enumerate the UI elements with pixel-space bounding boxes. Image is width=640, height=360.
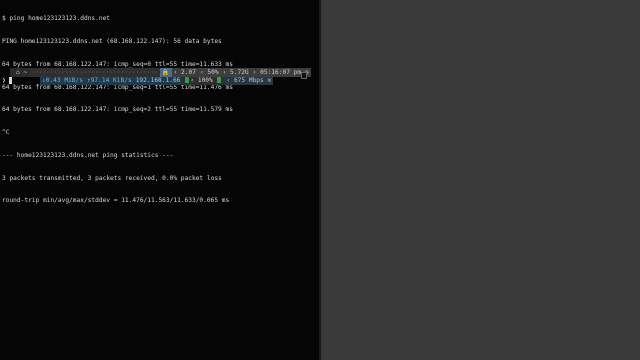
terminal-line: --- home123123123.ddns.net ping statisti… [2,151,174,159]
wifi-speed-segment: ‹ 675 Mbps ≋ [224,77,274,85]
wifi-icon: ≋ [267,77,272,84]
terminal-line: 3 packets transmitted, 3 packets receive… [2,174,222,182]
cpu-segment: ‹ 50% [197,68,221,77]
lock-icon: 🔒 [159,68,172,77]
terminal-pane-left[interactable]: $ ping home123123123.ddns.net PING home1… [0,0,319,360]
terminal-line: PING home123123123.ddns.net (68.168.122.… [2,37,222,45]
text-cursor[interactable] [9,77,12,84]
terminal-line: $ ping home123123123.ddns.net [2,15,111,23]
terminal-line: ^C [2,129,10,137]
battery-level-icon [217,77,222,83]
prompt-status-top: ⌂ ~ ·································· 🔒 ‹ … [10,68,311,77]
ip-address: 192.168.1.66 [133,77,183,85]
terminal-line: round-trip min/avg/max/stddev = 11.476/1… [2,197,230,205]
memory-segment: ‹ 5.72G [220,68,251,77]
battery-icon [185,77,190,83]
scroll-marker [301,72,307,79]
load-segment: ‹ 2.07 [171,68,198,77]
terminal-line: 64 bytes from 68.168.122.147: icmp_seq=2… [2,106,233,114]
battery-segment: ‹ 100% [182,77,225,85]
prompt-status-bottom: ↓0.43 MiB/s ↑97.14 KiB/s 192.168.1.66 ‹ 100… [40,77,274,85]
download-rate: ↓0.43 MiB/s [40,77,85,85]
upload-rate: ↑97.14 KiB/s [84,77,134,85]
terminal-output: $ ping home123123123.ddns.net PING home1… [2,0,319,220]
filler-dots: ·································· [29,68,160,77]
directory-segment: ⌂ ~ [14,68,30,77]
terminal-pane-right-inactive[interactable] [321,0,640,360]
prompt-symbol: ❯ [2,77,6,84]
